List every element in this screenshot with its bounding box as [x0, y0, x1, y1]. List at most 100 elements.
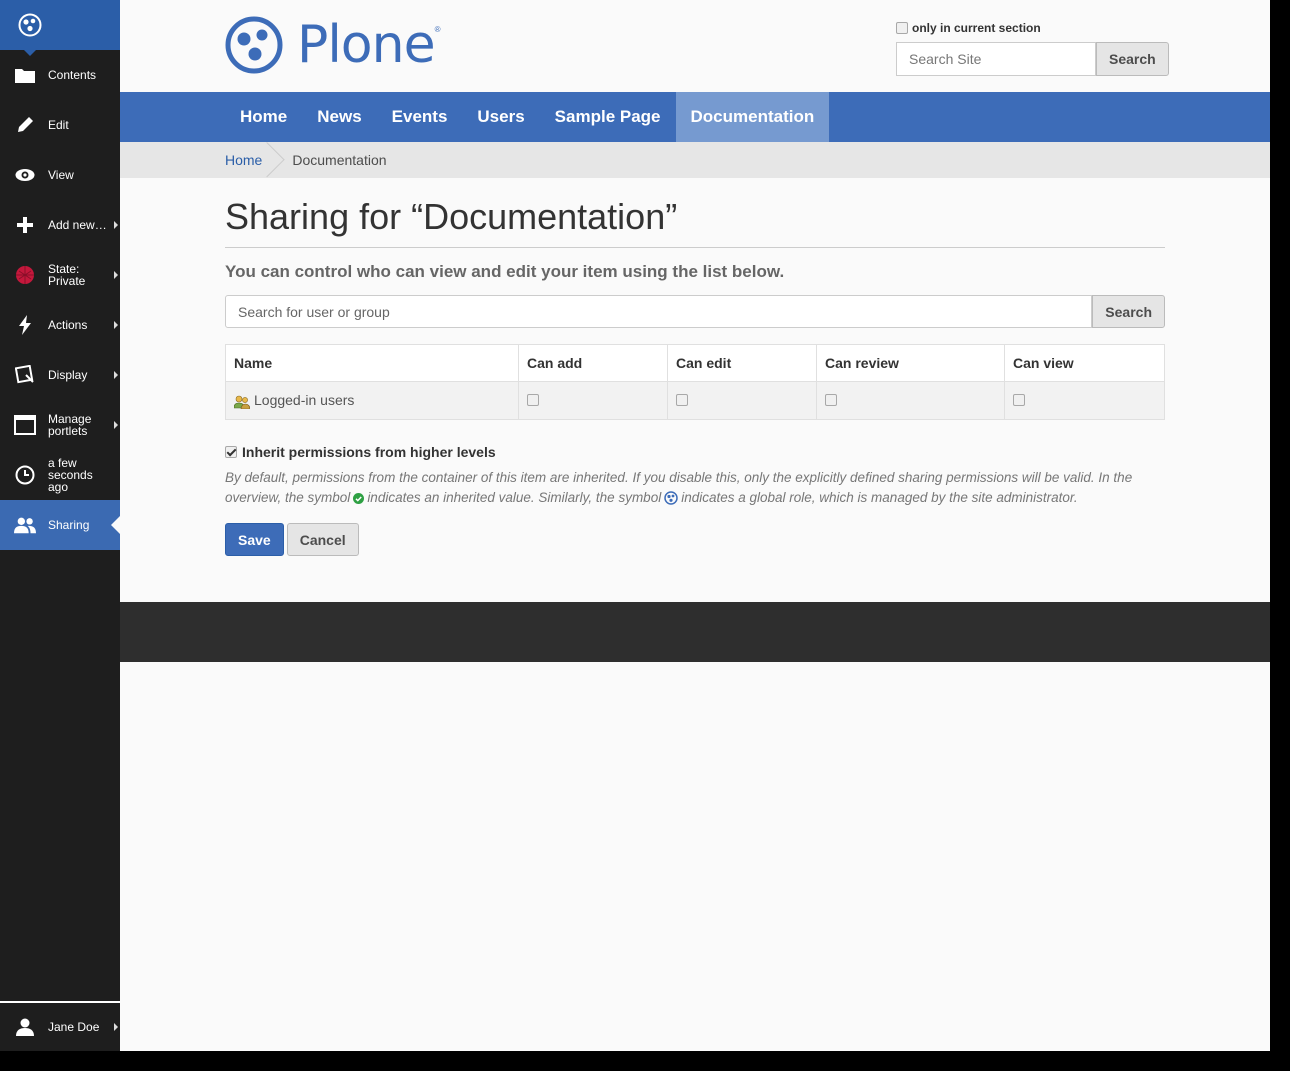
clock-icon	[14, 464, 36, 486]
site-search-input[interactable]: Search Site	[896, 42, 1096, 76]
inherit-help-text: By default, permissions from the contain…	[225, 468, 1165, 508]
only-current-section-label: only in current section	[912, 21, 1041, 35]
column-header-can-add: Can add	[518, 344, 668, 382]
toolbar-display-label: Display	[48, 368, 88, 382]
nav-home[interactable]: Home	[225, 92, 302, 142]
submenu-arrow-icon	[114, 371, 118, 379]
main-area: Plone ® only in current section Search S…	[120, 0, 1270, 1051]
state-icon	[14, 264, 36, 286]
active-indicator	[111, 516, 120, 534]
toolbar-history-label: a few seconds ago	[48, 456, 93, 494]
submenu-arrow-icon	[114, 321, 118, 329]
toolbar-logo-button[interactable]	[0, 0, 120, 56]
column-header-can-edit: Can edit	[667, 344, 817, 382]
logo-registered-mark: ®	[434, 25, 441, 34]
can-edit-checkbox[interactable]	[676, 393, 688, 406]
column-header-name: Name	[225, 344, 519, 382]
toolbar-sharing-label: Sharing	[48, 518, 90, 532]
toolbar-user-label: Jane Doe	[48, 1020, 100, 1034]
page-lead: You can control who can view and edit yo…	[225, 262, 785, 281]
eye-icon	[14, 164, 36, 186]
plone-logo-icon	[225, 16, 283, 74]
sharing-table: Name Can add Can edit Can review Can vie…	[225, 344, 1165, 420]
save-button[interactable]: Save	[225, 523, 284, 556]
toolbar-user[interactable]: Jane Doe	[0, 1003, 120, 1051]
only-current-section-checkbox[interactable]	[896, 22, 908, 34]
toolbar-edit[interactable]: Edit	[0, 100, 120, 150]
lightning-icon	[14, 314, 36, 336]
can-view-checkbox[interactable]	[1013, 393, 1025, 406]
toolbar-view-label: View	[48, 168, 74, 182]
table-row: Logged-in users	[225, 381, 1165, 420]
toolbar-state-label: State: Private	[48, 262, 86, 288]
nav-documentation[interactable]: Documentation	[675, 92, 830, 142]
plone-logo-icon	[18, 13, 42, 37]
toolbar-actions-label: Actions	[48, 318, 88, 332]
toolbar-sharing[interactable]: Sharing	[0, 500, 120, 550]
nav-events[interactable]: Events	[377, 92, 463, 142]
logo-text: Plone	[297, 15, 436, 75]
user-search-row: Search for user or group Search	[225, 295, 1165, 328]
breadcrumb-current: Documentation	[292, 152, 387, 168]
site-search: only in current section Search Site Sear…	[896, 20, 1169, 76]
toolbar-display[interactable]: Display	[0, 350, 120, 400]
form-buttons: Save Cancel	[225, 523, 1165, 556]
can-add-cell	[518, 381, 668, 420]
toolbar-user-menu[interactable]: Jane Doe	[0, 1001, 120, 1051]
inherit-permissions-option[interactable]: Inherit permissions from higher levels	[225, 444, 1165, 460]
content-area: Sharing for “Documentation” You can cont…	[120, 196, 1165, 556]
portlets-icon	[14, 414, 36, 436]
folder-icon	[14, 64, 36, 86]
toolbar-manage-portlets-label: Manage portlets	[48, 412, 92, 438]
can-review-cell	[816, 381, 1005, 420]
toolbar-actions[interactable]: Actions	[0, 300, 120, 350]
inherit-permissions-label: Inherit permissions from higher levels	[242, 444, 496, 460]
user-icon	[14, 1016, 36, 1038]
toolbar-edit-label: Edit	[48, 118, 69, 132]
row-name-cell: Logged-in users	[225, 381, 519, 420]
breadcrumb: Home Documentation	[120, 142, 1270, 178]
column-header-can-view: Can view	[1004, 344, 1165, 382]
can-review-checkbox[interactable]	[825, 393, 837, 406]
toolbar-add-new-label: Add new…	[48, 218, 107, 232]
can-add-checkbox[interactable]	[527, 393, 539, 406]
toolbar-manage-portlets[interactable]: Manage portlets	[0, 400, 120, 450]
breadcrumb-separator	[272, 142, 284, 178]
group-icon	[234, 395, 250, 409]
can-edit-cell	[667, 381, 817, 420]
toolbar-add-new[interactable]: Add new…	[0, 200, 120, 250]
submenu-arrow-icon	[114, 421, 118, 429]
site-search-button[interactable]: Search	[1096, 42, 1169, 76]
submenu-arrow-icon	[114, 1023, 118, 1031]
only-current-section-option[interactable]: only in current section	[896, 20, 1169, 36]
toolbar-contents-label: Contents	[48, 68, 97, 82]
display-icon	[14, 364, 36, 386]
plus-icon	[14, 214, 36, 236]
toolbar-contents[interactable]: Contents	[0, 50, 120, 100]
nav-users[interactable]: Users	[462, 92, 539, 142]
user-group-search-input[interactable]: Search for user or group	[225, 295, 1093, 328]
pencil-icon	[14, 114, 36, 136]
toolbar-view[interactable]: View	[0, 150, 120, 200]
column-header-can-review: Can review	[816, 344, 1005, 382]
users-icon	[14, 514, 36, 536]
help-text-part2: indicates an inherited value. Similarly,…	[367, 490, 662, 505]
site-footer	[120, 602, 1270, 662]
site-header: Plone ® only in current section Search S…	[120, 0, 1270, 92]
site-logo[interactable]: Plone ®	[225, 15, 440, 75]
row-name-label: Logged-in users	[254, 392, 355, 409]
global-role-icon	[664, 491, 678, 506]
nav-sample-page[interactable]: Sample Page	[540, 92, 676, 142]
inherited-check-icon	[353, 492, 365, 504]
user-group-search-button[interactable]: Search	[1092, 295, 1165, 328]
cancel-button[interactable]: Cancel	[286, 523, 359, 556]
help-text-part3: indicates a global role, which is manage…	[681, 490, 1078, 505]
page-title: Sharing for “Documentation”	[225, 196, 1165, 248]
inherit-permissions-checkbox[interactable]	[225, 446, 237, 458]
submenu-arrow-icon	[114, 271, 118, 279]
nav-news[interactable]: News	[302, 92, 376, 142]
plone-toolbar: Contents Edit View Add new… State: Priva…	[0, 0, 120, 1051]
global-navigation: Home News Events Users Sample Page Docum…	[120, 92, 1270, 142]
toolbar-state[interactable]: State: Private	[0, 250, 120, 300]
toolbar-history[interactable]: a few seconds ago	[0, 450, 120, 500]
